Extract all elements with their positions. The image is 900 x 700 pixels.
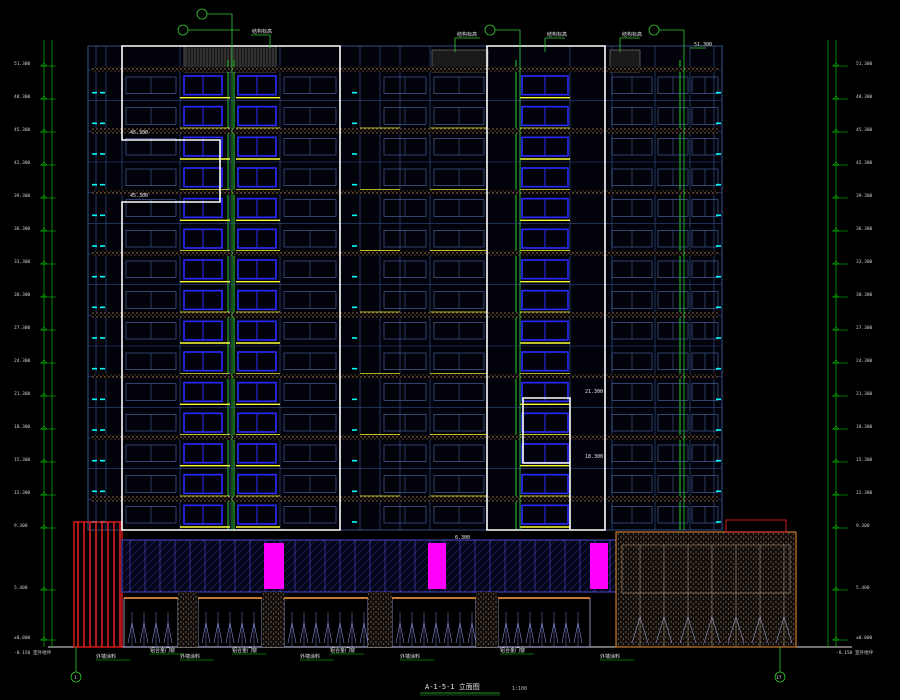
magenta-panel [264, 543, 284, 589]
podium-right-block [615, 531, 797, 648]
podium-red-block [73, 521, 123, 648]
grid-label-left: 1 [74, 675, 77, 681]
level-label: 33.300 [856, 259, 873, 265]
level-label: 39.300 [856, 193, 873, 199]
elevation-drawing: 51.300 48.300 45.300 42.300 39.300 36.300 33.3… [14, 8, 873, 696]
podium-note-label: 外墙涂料 [400, 653, 420, 660]
magenta-panel [590, 543, 608, 589]
callout-marker-1 [196, 8, 208, 20]
level-label: 42.300 [856, 160, 873, 166]
inline-mark-3: 21.300 [585, 389, 603, 395]
decor-band [92, 128, 718, 134]
callout-label-4: 结构标高 [622, 31, 642, 38]
curtain-wall [121, 539, 617, 593]
level-label: 24.300 [14, 358, 31, 364]
level-label: 30.300 [856, 292, 873, 298]
stone-pier [178, 592, 198, 647]
level-label: 42.300 [14, 160, 31, 166]
callout-label-3: 结构标高 [547, 31, 567, 38]
callout-label-2: 结构标高 [457, 31, 477, 38]
level-label: 30.300 [14, 292, 31, 298]
podium-note-label: 铝合金门窗 [500, 647, 525, 654]
grid-label-right: 17 [776, 675, 782, 681]
podium-sign [725, 519, 787, 533]
decor-band [92, 496, 718, 502]
stone-pier [262, 592, 284, 647]
podium-note-label: 铝合金门窗 [232, 647, 257, 654]
inline-mark-2: 45.300 [130, 193, 148, 199]
level-label: 51.300 [14, 61, 31, 67]
podium-elevation [73, 519, 797, 648]
podium-note-label: 铝合金门窗 [330, 647, 355, 654]
podium-notes: 外墙涂料铝合金门窗外墙涂料铝合金门窗外墙涂料铝合金门窗外墙涂料铝合金门窗外墙涂料 [96, 647, 634, 661]
level-bottom-left: -0.150 室外地坪 [14, 649, 51, 656]
level-label: 36.300 [856, 226, 873, 232]
level-label: 5.400 [856, 585, 870, 591]
level-label: 33.300 [14, 259, 31, 265]
dimension-chain-right: 51.300 48.300 45.300 42.300 39.300 36.300 33.3… [827, 40, 873, 647]
level-label: 48.300 [14, 94, 31, 100]
level-bottom-right: -0.150 室外地坪 [836, 649, 873, 656]
drawing-scale: 1:100 [512, 686, 527, 692]
inline-mark-4: 18.300 [585, 454, 603, 460]
decor-band [92, 312, 718, 318]
decor-band [92, 373, 718, 379]
level-label: 18.300 [856, 424, 873, 430]
dimension-chain-left: 51.300 48.300 45.300 42.300 39.300 36.300 33.3… [14, 40, 56, 647]
shopfront [497, 597, 591, 648]
callout-marker-4 [648, 24, 660, 36]
level-label: 12.300 [856, 490, 873, 496]
callout-label-1: 结构标高 [252, 28, 272, 35]
level-label: ±0.000 [856, 635, 873, 641]
stone-pier [476, 592, 498, 647]
callout-level-top-right: 51.300 [694, 42, 712, 48]
magenta-panel [428, 543, 446, 589]
level-label: 21.300 [14, 391, 31, 397]
level-label: 12.300 [14, 490, 31, 496]
callout-marker-2 [177, 24, 189, 36]
level-label: 27.300 [14, 325, 31, 331]
stone-pier [368, 592, 392, 647]
level-label: 48.300 [856, 94, 873, 100]
podium-note-label: 铝合金门窗 [150, 647, 175, 654]
callout-marker-3 [484, 24, 496, 36]
level-label: 36.300 [14, 226, 31, 232]
level-label: 27.300 [856, 325, 873, 331]
level-label: 45.300 [14, 127, 31, 133]
drawing-title: A-1-5-1 立面图 [425, 682, 480, 691]
decor-band [92, 251, 718, 256]
level-label: 45.300 [856, 127, 873, 133]
level-label: 24.300 [856, 358, 873, 364]
level-label: 9.300 [14, 523, 28, 529]
level-label: 5.400 [14, 585, 28, 591]
level-label: 15.300 [856, 457, 873, 463]
level-label: 21.300 [856, 391, 873, 397]
decor-band [92, 435, 718, 440]
level-label: 15.300 [14, 457, 31, 463]
podium-note-label: 外墙涂料 [600, 653, 620, 660]
podium-note-label: 外墙涂料 [180, 653, 200, 660]
decor-band [92, 67, 718, 72]
level-label: 51.300 [856, 61, 873, 67]
level-label: 18.300 [14, 424, 31, 430]
podium-note-label: 外墙涂料 [96, 653, 116, 660]
level-label: ±0.000 [14, 635, 31, 641]
decor-band [92, 189, 718, 195]
inline-mark-5: 6.300 [455, 535, 470, 541]
level-label: 9.300 [856, 523, 870, 529]
podium-note-label: 外墙涂料 [300, 653, 320, 660]
inline-mark-1: 45.300 [130, 130, 148, 136]
level-label: 39.300 [14, 193, 31, 199]
